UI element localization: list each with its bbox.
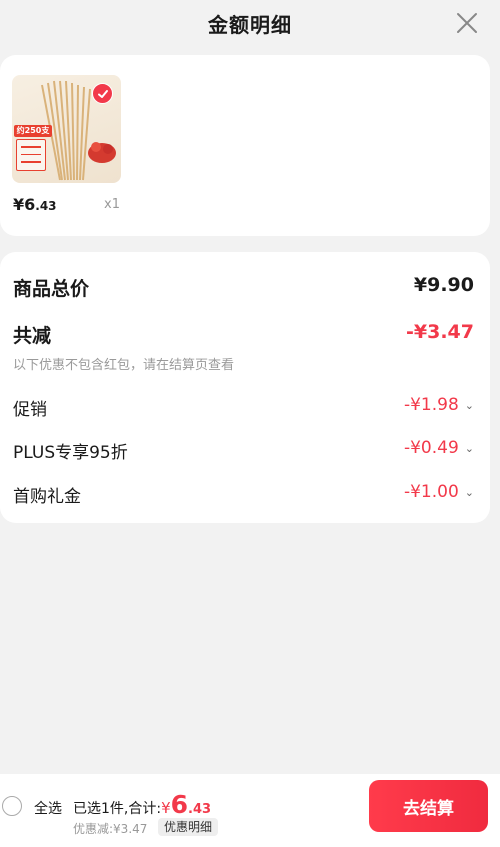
select-all-radio[interactable] bbox=[2, 796, 22, 816]
select-all-label[interactable]: 全选 bbox=[34, 798, 62, 818]
amount-detail-sheet: 金额明细 约250支 ¥6.43 x1 商品总价 ¥9.90 共减 -¥3.47… bbox=[0, 0, 500, 847]
chevron-down-icon: ⌄ bbox=[464, 485, 474, 499]
selected-check-icon[interactable] bbox=[92, 83, 113, 104]
total-amount-decimal: .43 bbox=[188, 802, 212, 817]
total-discount-value: -¥3.47 bbox=[406, 321, 474, 343]
item-quantity: x1 bbox=[104, 197, 120, 212]
checkout-button[interactable]: 去结算 bbox=[369, 780, 488, 832]
discount-detail-chip[interactable]: 优惠明细 bbox=[158, 818, 219, 836]
plus-discount-value[interactable]: -¥0.49 ⌄ bbox=[404, 438, 474, 458]
close-icon[interactable] bbox=[454, 10, 480, 36]
promo-label: 促销 bbox=[13, 400, 47, 420]
chevron-down-icon: ⌄ bbox=[464, 398, 474, 412]
promo-value[interactable]: -¥1.98 ⌄ bbox=[404, 395, 474, 415]
item-price-main: ¥6 bbox=[13, 195, 36, 214]
summary-prefix: 已选1件,合计: bbox=[73, 801, 162, 817]
thumbnail-note-box bbox=[16, 139, 46, 171]
total-discount-label: 共减 bbox=[13, 325, 52, 347]
total-price-value: ¥9.90 bbox=[413, 274, 474, 296]
page-title: 金额明细 bbox=[208, 12, 292, 37]
thumbnail-tag: 约250支 bbox=[14, 125, 52, 137]
checkout-bar: 全选 已选1件,合计:¥6.43 优惠减:¥3.47 优惠明细 去结算 bbox=[0, 774, 500, 847]
plus-discount-label: PLUS专享95折 bbox=[13, 443, 128, 463]
price-breakdown-card: 商品总价 ¥9.90 共减 -¥3.47 以下优惠不包含红包，请在结算页查看 促… bbox=[0, 252, 490, 523]
plus-discount-amount: -¥0.49 bbox=[403, 438, 459, 458]
chevron-down-icon: ⌄ bbox=[464, 441, 474, 455]
first-purchase-gift-value[interactable]: -¥1.00 ⌄ bbox=[404, 482, 474, 502]
promo-amount: -¥1.98 bbox=[403, 395, 459, 415]
total-price-label: 商品总价 bbox=[13, 278, 90, 300]
item-price-decimal: .43 bbox=[35, 199, 57, 213]
product-card: 约250支 ¥6.43 x1 bbox=[0, 55, 490, 236]
discount-summary: 优惠减:¥3.47 bbox=[73, 822, 148, 836]
total-currency: ¥ bbox=[161, 799, 171, 817]
selected-summary: 已选1件,合计:¥6.43 bbox=[73, 790, 211, 819]
first-purchase-gift-label: 首购礼金 bbox=[13, 487, 81, 507]
sheet-header: 金额明细 bbox=[0, 0, 500, 46]
first-purchase-gift-amount: -¥1.00 bbox=[403, 482, 459, 502]
item-price: ¥6.43 bbox=[13, 195, 57, 214]
product-thumbnail[interactable]: 约250支 bbox=[12, 75, 121, 183]
total-amount-main: 6 bbox=[170, 790, 189, 819]
discount-note: 以下优惠不包含红包，请在结算页查看 bbox=[13, 358, 235, 373]
